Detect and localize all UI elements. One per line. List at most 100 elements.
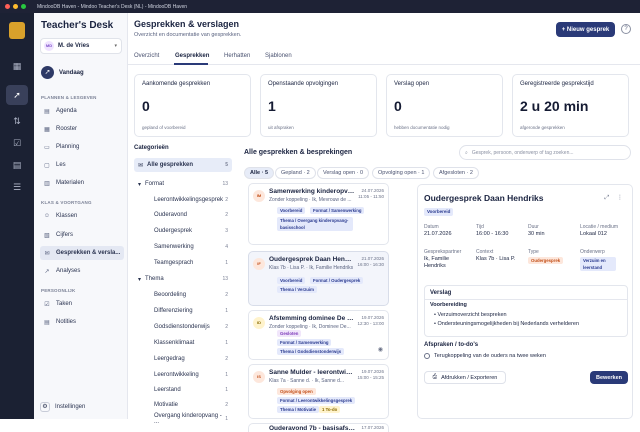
rocket-icon[interactable]: ➚	[6, 85, 28, 105]
page-subtitle: Overzicht en documentatie van gesprekken…	[134, 32, 242, 38]
list-item[interactable]: IM Samenwerking kinderopvang - ... 24.07…	[248, 183, 389, 245]
sidebar-item-label: Les	[56, 162, 66, 168]
transfer-icon[interactable]: ⇅	[11, 115, 23, 127]
category-item[interactable]: Ouderavond 2	[154, 208, 232, 222]
filter-chip-alle[interactable]: Alle · 5	[244, 167, 275, 179]
field-label: Locatie / medium	[580, 224, 619, 230]
close-window-button[interactable]	[5, 4, 10, 9]
more-options-icon[interactable]: ⤢ ⋮	[605, 194, 626, 202]
category-item[interactable]: Differenziering 1	[154, 304, 232, 318]
calendar-icon[interactable]: ▤	[11, 159, 23, 171]
sidebar-item-planning[interactable]: ▭ Planning	[40, 140, 124, 154]
filter-chip-gepland[interactable]: Gepland · 2	[275, 167, 316, 179]
todo-item[interactable]: Terugkoppeling van de ouders na twee wek…	[424, 353, 546, 359]
item-avatar: ID	[253, 317, 265, 329]
tab-overzicht[interactable]: Overzicht	[134, 53, 159, 59]
filter-chip-afgesloten[interactable]: Afgesloten · 2	[433, 167, 479, 179]
sidebar-item-agenda[interactable]: ▤ Agenda	[40, 104, 124, 118]
category-item[interactable]: Leerstand 1	[154, 383, 232, 397]
tab-gesprekken[interactable]: Gesprekken	[175, 53, 209, 59]
category-item[interactable]: Leerontwikkeling 1	[154, 368, 232, 382]
sliders-icon[interactable]: ☰	[11, 181, 23, 193]
stat-title: Verslag open	[394, 81, 430, 87]
category-label: Format	[145, 181, 165, 187]
list-item[interactable]: Ouderavond 7b - basisafsprak... 17.07.20…	[248, 423, 389, 432]
item-title: Samenwerking kinderopvang - ...	[269, 188, 355, 195]
category-item[interactable]: Oudergesprek 3	[154, 224, 232, 238]
category-item[interactable]: Teamgesprach 1	[154, 256, 232, 270]
todo-checkbox[interactable]	[424, 353, 430, 359]
item-time: 15:00 - 15:25	[357, 375, 384, 380]
tag-badge: Thema / Godsdienstonderwijs	[277, 348, 345, 355]
stat-card-upcoming: Aankomende gesprekken 0 gepland of voorb…	[134, 74, 251, 137]
tag-badge: Format / Leerontwikkelingsgesprek	[277, 397, 356, 404]
category-group-thema[interactable]: ▾ Thema 13	[134, 272, 232, 286]
category-item[interactable]: Klassenklimaat 1	[154, 336, 232, 350]
item-datetime: 19.07.2026 12:30 - 13:00	[357, 315, 384, 327]
window-titlebar: MindooDB Haven - Mindoo Teacher's Desk (…	[0, 0, 640, 13]
category-item[interactable]: Leerontwikkelingsgesprek 2	[154, 193, 232, 207]
field-label: Type	[528, 249, 539, 255]
stat-title: Aankomende gesprekken	[142, 81, 211, 87]
filter-chip-opvolging-open[interactable]: Opvolging open · 1	[372, 167, 431, 179]
item-avatar: IM	[253, 190, 265, 202]
tasks-icon[interactable]: ☑	[11, 137, 23, 149]
sidebar-item-taken[interactable]: ☑ Taken	[40, 297, 124, 311]
today-link[interactable]: ➚ Vandaag	[41, 66, 84, 79]
sidebar-item-materialen[interactable]: ▥ Materialen	[40, 176, 124, 190]
report-section: Verslag Voorbereiding • Verzuimoverzicht…	[424, 285, 628, 337]
help-icon[interactable]: ?	[621, 24, 631, 34]
category-group-format[interactable]: ▾ Format 13	[134, 177, 232, 191]
page-title: Gesprekken & verslagen	[134, 19, 240, 29]
list-item[interactable]: ID Afstemming dominee De Wit ... 19.07.2…	[248, 310, 389, 360]
stat-title: Openstaande opvolgingen	[268, 81, 339, 87]
stat-value: 0	[394, 98, 402, 114]
field-value: Lokaal 012	[580, 231, 607, 237]
sidebar-item-rooster[interactable]: ▦ Rooster	[40, 122, 124, 136]
category-count: 13	[222, 181, 228, 187]
category-item[interactable]: Samenwerking 4	[154, 240, 232, 254]
print-export-button[interactable]: ⎙ Afdrukken / Exporteren	[424, 371, 506, 384]
item-title: Sanne Mulder - leerontwikke...	[269, 369, 355, 376]
list-item[interactable]: IS Sanne Mulder - leerontwikke... 19.07.…	[248, 364, 389, 419]
category-item[interactable]: Leergedrag 2	[154, 352, 232, 366]
bullet-item: • Verzuimoverzicht bespreken	[434, 312, 507, 318]
stat-sub: hebben documentatie nodig	[394, 125, 450, 130]
sidebar-item-cijfers[interactable]: ▧ Cijfers	[40, 228, 124, 242]
tab-herhatten[interactable]: Herhatten	[224, 53, 250, 59]
category-label: Overgang kinderopvang - ...	[154, 413, 222, 425]
dashboard-icon[interactable]: ▦	[11, 60, 23, 72]
sidebar-item-gesprekken[interactable]: ✉ Gesprekken & versla...	[40, 246, 124, 260]
category-all[interactable]: ✉ Alle gesprekken 5	[134, 158, 232, 172]
todo-text: Terugkoppeling van de ouders na twee wek…	[434, 353, 546, 359]
category-label: Beoordeling	[154, 292, 187, 298]
category-count: 2	[225, 324, 228, 330]
maximize-window-button[interactable]	[21, 4, 26, 9]
calendar-icon: ▤	[44, 108, 50, 115]
new-conversation-button[interactable]: + Nieuw gesprek	[556, 22, 615, 37]
filter-chip-verslag-open[interactable]: Verslag open · 0	[317, 167, 370, 179]
search-input[interactable]: ⌕ Gesprek, persoon, onderwerp of tag zoek…	[459, 145, 631, 160]
chat-icon: ✉	[44, 250, 50, 257]
category-count: 4	[225, 244, 228, 250]
rocket-icon: ➚	[41, 66, 54, 79]
category-item[interactable]: Overgang kinderopvang - ... 1	[154, 412, 232, 426]
minimize-window-button[interactable]	[13, 4, 18, 9]
category-item[interactable]: Motivatie 2	[154, 398, 232, 412]
category-item[interactable]: Beoordeling 2	[154, 288, 232, 302]
item-date: 17.07.2026	[361, 425, 384, 430]
list-item-selected[interactable]: IF Oudergesprek Daan Hendriks 21.07.2026…	[248, 251, 389, 306]
book-icon: ▥	[44, 180, 50, 187]
sidebar-item-les[interactable]: ▢ Les	[40, 158, 124, 172]
sidebar-item-notities[interactable]: ▤ Notities	[40, 315, 124, 329]
sidebar-item-label: Materialen	[56, 180, 85, 186]
edit-button[interactable]: Bewerken	[590, 371, 628, 384]
category-item[interactable]: Godsdienstonderwijs 2	[154, 320, 232, 334]
tab-sjablonen[interactable]: Sjablonen	[265, 53, 292, 59]
settings-link[interactable]: ⚙ Instellingen	[40, 402, 85, 412]
stat-value: 1	[268, 98, 276, 114]
category-count: 1	[225, 372, 228, 378]
sidebar-item-analyses[interactable]: ↗ Analyses	[40, 264, 124, 278]
sidebar-item-klassen[interactable]: ☺ Klassen	[40, 209, 124, 223]
user-selector[interactable]: MD M. de Vries ▾	[40, 38, 122, 54]
